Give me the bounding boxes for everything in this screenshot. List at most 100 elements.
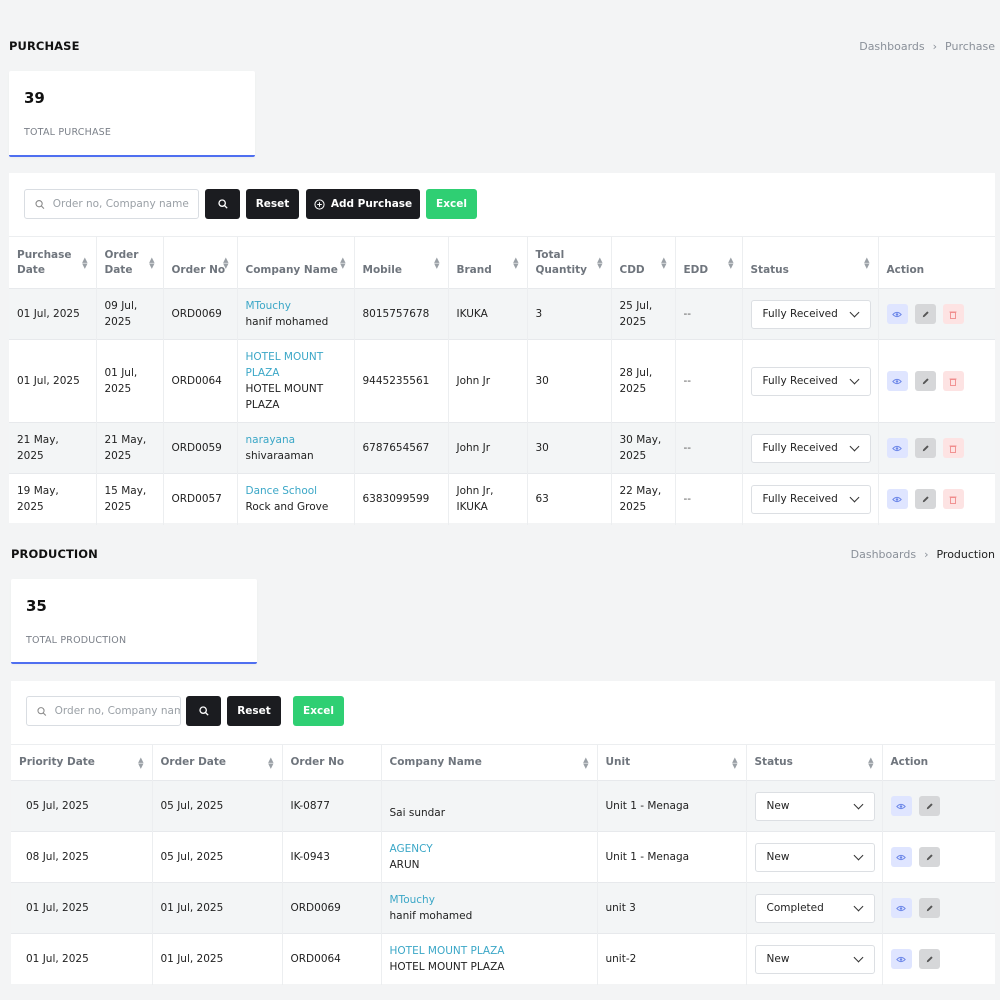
production-reset-button[interactable]: Reset: [227, 696, 281, 726]
eye-icon: [892, 496, 902, 502]
action-cell: [882, 780, 995, 832]
order-date: 01 Jul, 2025: [152, 882, 283, 934]
view-button[interactable]: [886, 304, 908, 324]
company-link[interactable]: MTouchy: [390, 892, 590, 908]
company-link[interactable]: HOTEL MOUNT PLAZA: [246, 349, 347, 381]
delete-button[interactable]: [942, 438, 964, 458]
breadcrumb-dashboards[interactable]: Dashboards: [851, 548, 916, 561]
col-cdd[interactable]: CDD ▲ ▼: [611, 236, 676, 289]
col-company-name[interactable]: Company Name ▲ ▼: [237, 236, 355, 289]
delete-button[interactable]: [942, 371, 964, 391]
delete-button[interactable]: [942, 304, 964, 324]
view-button[interactable]: [890, 847, 912, 867]
col-label: Brand: [456, 264, 492, 276]
order-date: 01 Jul, 2025: [152, 933, 283, 985]
company-link[interactable]: narayana: [246, 432, 347, 448]
edit-button[interactable]: [918, 847, 940, 867]
purchase-header: PURCHASE Dashboards › Purchase: [0, 34, 1000, 58]
edit-button[interactable]: [918, 796, 940, 816]
edit-button[interactable]: [914, 304, 936, 324]
production-header: PRODUCTION Dashboards › Production: [0, 542, 1000, 566]
col-brand[interactable]: Brand ▲ ▼: [448, 236, 528, 289]
status-select[interactable]: Fully Received: [750, 484, 871, 514]
edit-button[interactable]: [918, 898, 940, 918]
view-button[interactable]: [886, 438, 908, 458]
cdd: 28 Jul, 2025: [611, 339, 676, 423]
eye-icon: [892, 311, 902, 317]
edit-button[interactable]: [918, 949, 940, 970]
action-cell: [878, 339, 995, 423]
production-search-input[interactable]: [54, 705, 180, 717]
purchase-search-input[interactable]: [52, 198, 198, 210]
table-row: 08 Jul, 2025 05 Jul, 2025 IK-0943 AGENCY…: [11, 831, 995, 883]
col-mobile[interactable]: Mobile ▲ ▼: [354, 236, 449, 289]
col-order-date[interactable]: Order Date ▲ ▼: [96, 236, 164, 289]
breadcrumb-separator: ›: [924, 547, 929, 561]
eye-icon: [896, 854, 906, 860]
col-status[interactable]: Status ▲ ▼: [746, 744, 883, 781]
status-select[interactable]: Fully Received: [750, 433, 871, 463]
add-purchase-label: Add Purchase: [330, 198, 413, 210]
unit: Unit 1 - Menaga: [597, 831, 747, 883]
col-order-no[interactable]: Order No ▲ ▼: [163, 236, 238, 289]
chevron-down-icon: [853, 952, 863, 963]
table-row: 01 Jul, 2025 01 Jul, 2025 ORD0064 HOTEL …: [11, 933, 995, 985]
edit-button[interactable]: [914, 438, 936, 458]
total-purchase-card: 39 TOTAL PURCHASE: [9, 71, 255, 157]
edit-button[interactable]: [914, 371, 936, 391]
status-select[interactable]: New: [754, 791, 875, 821]
col-priority-date[interactable]: Priority Date ▲ ▼: [11, 744, 153, 781]
view-button[interactable]: [890, 949, 912, 970]
company-link[interactable]: MTouchy: [246, 298, 347, 314]
col-order-no[interactable]: Order No: [282, 744, 382, 781]
production-search-button[interactable]: [186, 696, 221, 726]
company-name: HOTEL MOUNT PLAZA: [245, 383, 324, 411]
view-button[interactable]: [890, 796, 912, 816]
edit-button[interactable]: [914, 489, 936, 510]
status-value: Fully Received: [762, 442, 838, 454]
total-quantity: 30: [527, 422, 612, 474]
add-purchase-button[interactable]: Add Purchase: [306, 189, 420, 219]
company-link[interactable]: AGENCY: [390, 841, 590, 857]
purchase-search-box: [24, 189, 199, 219]
order-date: 01 Jul, 2025: [96, 339, 164, 423]
status-select[interactable]: New: [754, 842, 875, 872]
company-cell: Dance School Rock and Grove: [237, 473, 355, 525]
breadcrumb-dashboards[interactable]: Dashboards: [859, 40, 924, 53]
order-no: IK-0877: [282, 780, 382, 832]
status-select[interactable]: New: [754, 944, 875, 974]
company-link[interactable]: HOTEL MOUNT PLAZA: [390, 943, 590, 959]
purchase-search-button[interactable]: [205, 189, 240, 219]
production-excel-button[interactable]: Excel: [293, 696, 344, 726]
pencil-icon: [922, 496, 929, 502]
breadcrumb-current: Purchase: [945, 39, 995, 53]
status-select[interactable]: Completed: [754, 893, 875, 923]
view-button[interactable]: [886, 371, 908, 391]
col-order-date[interactable]: Order Date ▲ ▼: [152, 744, 283, 781]
company-cell: Sai sundar: [381, 780, 598, 832]
col-label: Order No: [290, 756, 345, 768]
table-row: 21 May, 2025 21 May, 2025 ORD0059 naraya…: [9, 422, 995, 474]
sort-icon: ▲ ▼: [661, 255, 667, 270]
col-purchase-date[interactable]: Purchase Date ▲ ▼: [9, 236, 97, 289]
delete-button[interactable]: [942, 489, 964, 510]
view-button[interactable]: [890, 898, 912, 918]
purchase-date: 01 Jul, 2025: [9, 339, 97, 423]
purchase-excel-button[interactable]: Excel: [426, 189, 477, 219]
eye-icon: [892, 445, 902, 451]
col-edd[interactable]: EDD ▲ ▼: [675, 236, 743, 289]
brand: IKUKA: [448, 288, 528, 340]
purchase-reset-button[interactable]: Reset: [246, 189, 299, 219]
status-cell: Fully Received: [742, 288, 879, 340]
col-status[interactable]: Status ▲ ▼: [742, 236, 879, 289]
col-unit[interactable]: Unit ▲ ▼: [597, 744, 747, 781]
status-select[interactable]: Fully Received: [750, 299, 871, 329]
purchase-header-row: Purchase Date ▲ ▼ Order Date ▲ ▼ Order No ▲ ▼ …: [9, 236, 995, 289]
view-button[interactable]: [886, 489, 908, 510]
breadcrumb: Dashboards › Production: [851, 548, 995, 561]
col-total-quantity[interactable]: Total Quantity ▲ ▼: [527, 236, 612, 289]
status-select[interactable]: Fully Received: [750, 366, 871, 396]
company-link[interactable]: Dance School: [246, 483, 347, 499]
production-search-box: [26, 696, 181, 726]
col-company-name[interactable]: Company Name ▲ ▼: [381, 744, 598, 781]
